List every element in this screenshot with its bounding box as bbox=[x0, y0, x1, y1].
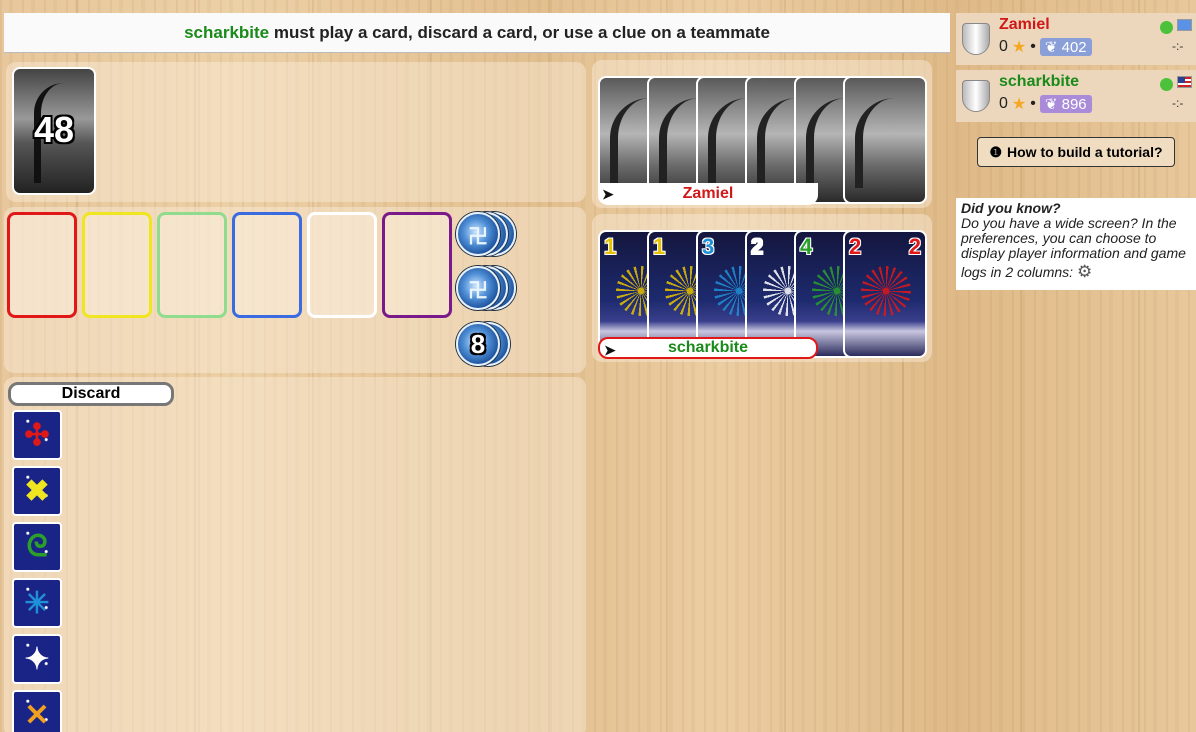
player-time: -:- bbox=[1172, 96, 1184, 110]
discard-label: Discard bbox=[8, 382, 174, 406]
rating-badge: ❦ 402 bbox=[1039, 38, 1092, 56]
clue-token: 卍 bbox=[456, 212, 500, 256]
discard-card[interactable]: ✣ bbox=[12, 410, 62, 460]
star-icon: ★ bbox=[1011, 96, 1027, 113]
strike-count: 8 bbox=[470, 328, 486, 359]
card-rank: 2 bbox=[849, 234, 862, 259]
rating-badge: ❦ 896 bbox=[1039, 95, 1092, 113]
clue-token-icon: 卍 bbox=[468, 225, 488, 248]
tutorial-button[interactable]: ❶ How to build a tutorial? bbox=[977, 137, 1175, 167]
play-stack-blue bbox=[232, 212, 302, 318]
tree-icon bbox=[855, 98, 915, 188]
scharkbite-name-plate[interactable]: ➤ scharkbite bbox=[598, 337, 818, 359]
shield-icon bbox=[962, 23, 990, 55]
star-count: 0 bbox=[999, 95, 1008, 112]
play-arrow-icon: ➤ bbox=[604, 342, 616, 358]
did-you-know-box: Did you know? Do you have a wide screen?… bbox=[956, 198, 1196, 290]
deck-count: 48 bbox=[33, 109, 75, 150]
tutorial-button-label: How to build a tutorial? bbox=[1007, 144, 1163, 160]
deck[interactable]: 48 bbox=[12, 67, 96, 195]
card-rank: 1 bbox=[604, 234, 617, 259]
tip-tail: logs in 2 columns: bbox=[961, 264, 1074, 280]
rating-value: 402 bbox=[1061, 39, 1087, 56]
status-player-name: scharkbite bbox=[184, 22, 270, 42]
play-stack-red bbox=[7, 212, 77, 318]
tip-body: Do you have a wide screen? In the prefer… bbox=[961, 215, 1186, 261]
online-status-icon bbox=[1160, 78, 1173, 91]
strike-token: 8 bbox=[456, 322, 500, 366]
tip-title: Did you know? bbox=[961, 200, 1061, 216]
online-status-icon bbox=[1160, 21, 1173, 34]
gear-icon[interactable]: ⚙ bbox=[1077, 262, 1092, 281]
play-stack-green bbox=[157, 212, 227, 318]
zamiel-name-plate[interactable]: ➤ Zamiel bbox=[598, 183, 818, 205]
scharkbite-name: scharkbite bbox=[667, 339, 749, 356]
player-name: Zamiel bbox=[999, 16, 1050, 33]
status-bar: scharkbite must play a card, discard a c… bbox=[4, 13, 950, 53]
card-rank: 3 bbox=[702, 234, 715, 259]
discard-card[interactable]: ✳ bbox=[12, 578, 62, 628]
card-rank: 4 bbox=[800, 234, 813, 259]
play-stack-purple bbox=[382, 212, 452, 318]
discard-panel bbox=[4, 377, 586, 732]
star-icon: ★ bbox=[1011, 39, 1027, 56]
status-message: must play a card, discard a card, or use… bbox=[269, 22, 770, 42]
discard-card[interactable]: ᘓ bbox=[12, 522, 62, 572]
play-stack-white bbox=[307, 212, 377, 318]
discard-card[interactable]: ✕ bbox=[12, 690, 62, 732]
player-name: scharkbite bbox=[999, 73, 1080, 90]
laurel-icon: ❦ bbox=[1044, 96, 1062, 113]
clue-token-icon: 卍 bbox=[468, 279, 488, 302]
discard-card[interactable]: ✦ bbox=[12, 634, 62, 684]
card-rank: 1 bbox=[653, 234, 666, 259]
discard-card[interactable]: ✖ bbox=[12, 466, 62, 516]
player-stats: 0 ★ • ❦ 896 bbox=[999, 94, 1092, 114]
rating-value: 896 bbox=[1061, 96, 1087, 113]
shield-icon bbox=[962, 80, 990, 112]
player-time: -:- bbox=[1172, 39, 1184, 53]
clue-token: 卍 bbox=[456, 266, 500, 310]
flag-un-icon bbox=[1177, 19, 1192, 31]
play-arrow-icon: ➤ bbox=[602, 186, 614, 202]
card-rank: 2 bbox=[908, 234, 921, 259]
info-icon: ❶ bbox=[989, 143, 1002, 160]
player-box-zamiel[interactable]: Zamiel 0 ★ • ❦ 402 -:- bbox=[956, 13, 1196, 65]
laurel-icon: ❦ bbox=[1044, 39, 1062, 56]
zamiel-name: Zamiel bbox=[682, 185, 734, 202]
star-count: 0 bbox=[999, 38, 1008, 55]
hand-card[interactable] bbox=[843, 76, 927, 204]
play-stack-yellow bbox=[82, 212, 152, 318]
player-stats: 0 ★ • ❦ 402 bbox=[999, 37, 1092, 57]
hand-card[interactable]: 22 bbox=[843, 230, 927, 358]
firework-icon bbox=[861, 266, 911, 316]
flag-us-icon bbox=[1177, 76, 1192, 88]
card-rank: 2 bbox=[751, 234, 764, 259]
player-box-scharkbite[interactable]: scharkbite 0 ★ • ❦ 896 -:- bbox=[956, 70, 1196, 122]
